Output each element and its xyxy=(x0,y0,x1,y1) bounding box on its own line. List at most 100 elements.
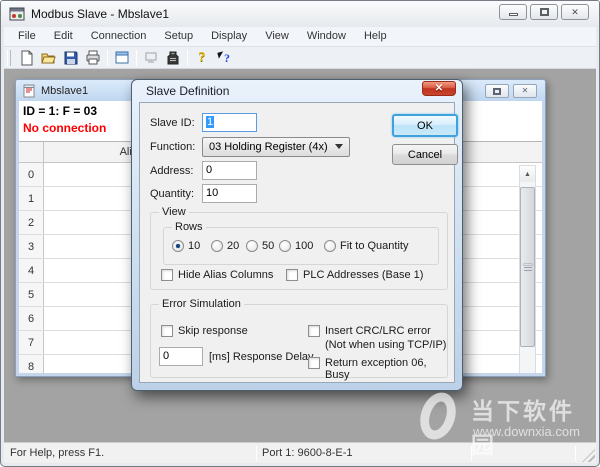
toolbar-separator xyxy=(136,49,137,66)
menu-view[interactable]: View xyxy=(256,28,298,45)
quantity-label: Quantity: xyxy=(150,188,195,200)
address-label: Address: xyxy=(150,165,194,177)
rows-group: Rows 10 20 50 100 Fit to Quantity xyxy=(163,221,439,265)
insert-crc-note: (Not when using TCP/IP) xyxy=(325,339,447,351)
insert-crc-checkbox[interactable]: Insert CRC/LRC error xyxy=(308,325,431,337)
toolbar: ? ? xyxy=(4,47,596,69)
titlebar[interactable]: Modbus Slave - Mbslave1 ✕ xyxy=(1,1,599,27)
hide-alias-checkbox[interactable]: Hide Alias Columns xyxy=(161,269,273,281)
row-header[interactable]: 5 xyxy=(19,283,44,306)
toolbar-separator xyxy=(187,49,188,66)
grid-corner-cell[interactable] xyxy=(19,142,44,162)
dialog-body: Slave ID: 1 OK Function: 03 Holding Regi… xyxy=(139,102,458,383)
checkbox-icon xyxy=(308,325,320,337)
communication-traffic-icon xyxy=(167,51,179,64)
dialog-title: Slave Definition xyxy=(146,84,230,98)
close-icon: ✕ xyxy=(571,6,579,17)
skip-response-checkbox[interactable]: Skip response xyxy=(161,325,248,337)
status-port-pane: Port 1: 9600-8-E-1 xyxy=(262,447,353,459)
dialog-close-button[interactable]: ✕ xyxy=(422,81,456,96)
print-button[interactable] xyxy=(82,48,104,68)
response-delay-input[interactable]: 0 xyxy=(159,347,203,366)
new-document-button[interactable] xyxy=(16,48,38,68)
vertical-scrollbar[interactable]: ▲ ▼ xyxy=(519,165,536,373)
radio-icon xyxy=(246,240,258,252)
plc-addresses-checkbox[interactable]: PLC Addresses (Base 1) xyxy=(286,269,423,281)
slave-definition-dialog: Slave Definition ✕ Slave ID: 1 OK Functi… xyxy=(131,79,463,391)
address-input[interactable]: 0 xyxy=(202,161,257,180)
menu-edit[interactable]: Edit xyxy=(45,28,82,45)
save-icon xyxy=(64,51,78,64)
radio-icon xyxy=(172,240,184,252)
checkbox-icon xyxy=(286,269,298,281)
checkbox-icon xyxy=(161,325,173,337)
child-close-button[interactable]: ✕ xyxy=(513,84,537,98)
return-exception-checkbox[interactable]: Return exception 06, Busy xyxy=(308,357,447,381)
save-button[interactable] xyxy=(60,48,82,68)
function-label: Function: xyxy=(150,141,196,153)
response-delay-label: [ms] Response Delay xyxy=(209,351,314,363)
minimize-button[interactable] xyxy=(499,4,527,20)
radio-icon xyxy=(211,240,223,252)
menu-setup[interactable]: Setup xyxy=(155,28,202,45)
toolbar-gripper[interactable] xyxy=(7,49,11,66)
child-close-icon: ✕ xyxy=(521,86,529,95)
menu-help[interactable]: Help xyxy=(355,28,396,45)
error-group-label: Error Simulation xyxy=(159,298,244,310)
menu-display[interactable]: Display xyxy=(202,28,256,45)
error-simulation-group: Error Simulation Skip response Insert CR… xyxy=(150,298,448,381)
row-header[interactable]: 6 xyxy=(19,307,44,330)
resize-grip[interactable] xyxy=(582,449,595,462)
menu-connection[interactable]: Connection xyxy=(82,28,156,45)
help-button[interactable]: ? xyxy=(191,48,213,68)
radio-icon xyxy=(279,240,291,252)
maximize-button[interactable] xyxy=(530,4,558,20)
row-header[interactable]: 1 xyxy=(19,187,44,210)
scroll-up-arrow[interactable]: ▲ xyxy=(520,166,535,182)
row-header[interactable]: 4 xyxy=(19,259,44,282)
checkbox-icon xyxy=(161,269,173,281)
slave-id-label: Slave ID: xyxy=(150,117,195,129)
minimize-icon xyxy=(508,13,518,16)
close-button[interactable]: ✕ xyxy=(561,4,589,20)
connection-button-disabled[interactable] xyxy=(140,48,162,68)
status-separator xyxy=(575,446,576,461)
radio-rows-20[interactable]: 20 xyxy=(211,240,239,252)
child-maximize-button[interactable] xyxy=(485,84,509,98)
row-header[interactable]: 2 xyxy=(19,211,44,234)
function-dropdown[interactable]: 03 Holding Register (4x) xyxy=(202,137,350,157)
status-separator xyxy=(471,446,472,461)
row-header[interactable]: 0 xyxy=(19,163,44,186)
radio-icon xyxy=(324,240,336,252)
status-help-pane: For Help, press F1. xyxy=(10,447,105,459)
chevron-down-icon xyxy=(335,144,343,149)
row-header[interactable]: 7 xyxy=(19,331,44,354)
menu-window[interactable]: Window xyxy=(298,28,355,45)
menu-file[interactable]: File xyxy=(9,28,45,45)
radio-rows-50[interactable]: 50 xyxy=(246,240,274,252)
document-icon xyxy=(23,84,35,97)
communication-traffic-button[interactable] xyxy=(162,48,184,68)
cancel-button[interactable]: Cancel xyxy=(392,144,458,165)
ok-button[interactable]: OK xyxy=(392,114,458,137)
view-group-label: View xyxy=(159,206,189,218)
radio-fit-to-quantity[interactable]: Fit to Quantity xyxy=(324,240,408,252)
row-header[interactable]: 8 xyxy=(19,355,44,373)
context-help-button[interactable]: ? xyxy=(213,48,235,68)
help-icon: ? xyxy=(198,49,206,65)
row-header[interactable]: 3 xyxy=(19,235,44,258)
view-group: View Rows 10 20 50 100 Fit to Quantity H… xyxy=(150,206,448,290)
display-setup-button[interactable] xyxy=(111,48,133,68)
context-help-icon: ? xyxy=(216,50,232,66)
toolbar-separator xyxy=(107,49,108,66)
connection-icon xyxy=(145,51,157,63)
open-file-button[interactable] xyxy=(38,48,60,68)
window-title: Modbus Slave - Mbslave1 xyxy=(31,7,170,21)
app-icon xyxy=(9,7,25,21)
scrollbar-thumb[interactable] xyxy=(520,187,535,347)
radio-rows-10[interactable]: 10 xyxy=(172,240,200,252)
quantity-input[interactable]: 10 xyxy=(202,184,257,203)
slave-id-input[interactable]: 1 xyxy=(202,113,257,132)
radio-rows-100[interactable]: 100 xyxy=(279,240,313,252)
menubar: File Edit Connection Setup Display View … xyxy=(4,27,596,47)
